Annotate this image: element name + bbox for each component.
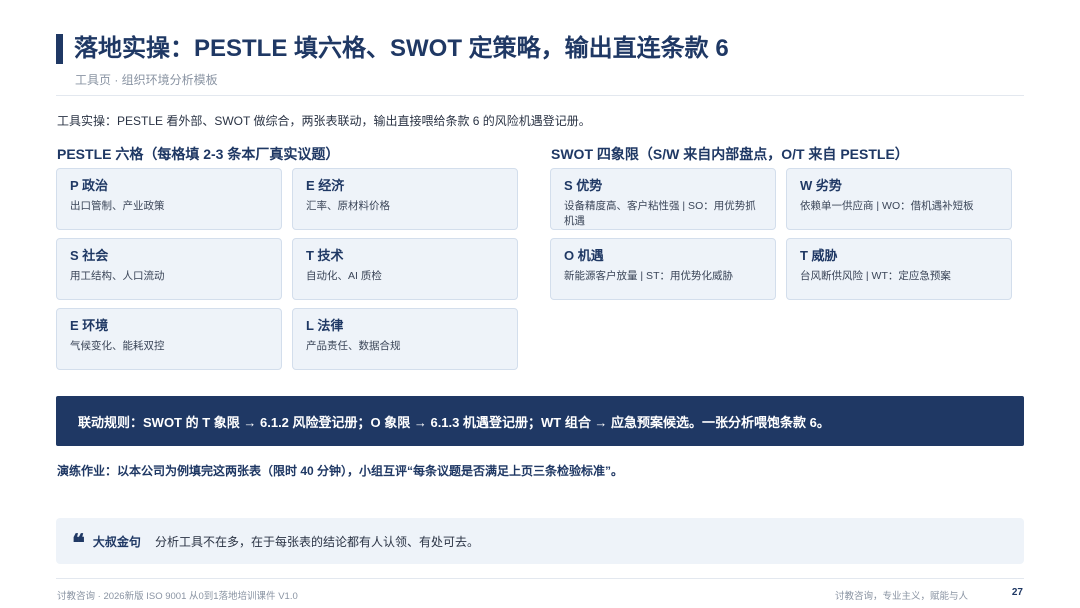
card-body: 依赖单一供应商 | WO：借机遇补短板 [800,200,974,212]
pestle-card-social: S 社会 用工结构、人口流动 [56,238,282,300]
footer-slogan: 讨教咨询，专业主义，赋能与人 [834,591,968,602]
linkage-rule-banner: 联动规则：SWOT 的 T 象限 → 6.1.2 风险登记册；O 象限 → 6.… [56,396,1024,446]
pestle-card-economic: E 经济 汇率、原材料价格 [292,168,518,230]
linkage-rule-text: 联动规则：SWOT 的 T 象限 → 6.1.2 风险登记册；O 象限 → 6.… [78,414,830,430]
card-heading: O 机遇 [564,248,604,263]
card-heading: T 威胁 [800,248,838,263]
page-number: 27 [1011,587,1023,598]
card-heading: L 法律 [306,318,344,333]
pestle-card-legal: L 法律 产品责任、数据合规 [292,308,518,370]
swot-card-opportunities: O 机遇 新能源客户放量 | ST：用优势化威胁 [550,238,776,300]
card-heading: P 政治 [70,178,109,193]
swot-card-weaknesses: W 劣势 依赖单一供应商 | WO：借机遇补短板 [786,168,1012,230]
card-body: 新能源客户放量 | ST：用优势化威胁 [564,270,733,282]
card-heading: S 优势 [564,178,603,193]
card-body: 出口管制、产业政策 [70,200,165,212]
card-heading: E 环境 [70,318,109,333]
pestle-card-political: P 政治 出口管制、产业政策 [56,168,282,230]
card-heading: E 经济 [306,178,345,193]
card-body: 产品责任、数据合规 [306,340,401,352]
quote-callout: ❝ 大叔金句 分析工具不在多，在于每张表的结论都有人认领、有处可去。 [56,518,1024,564]
quote-label: 大叔金句 [92,534,141,549]
card-heading: S 社会 [70,248,109,263]
card-heading: W 劣势 [800,178,842,193]
homework-text: 演练作业：以本公司为例填完这两张表（限时 40 分钟），小组互评“每条议题是否满… [57,464,624,478]
pestle-card-environmental: E 环境 气候变化、能耗双控 [56,308,282,370]
header-divider [56,95,1024,96]
card-body: 自动化、AI 质检 [306,270,382,282]
page-title: 落地实操：PESTLE 填六格、SWOT 定策略，输出直连条款 6 [74,35,729,62]
pestle-card-technological: T 技术 自动化、AI 质检 [292,238,518,300]
page-subtitle: 工具页 · 组织环境分析模板 [75,73,218,87]
title-accent-bar [56,34,63,64]
footer-divider [56,578,1024,579]
card-body: 汇率、原材料价格 [306,200,390,212]
intro-text: 工具实操：PESTLE 看外部、SWOT 做综合，两张表联动，输出直接喂给条款 … [57,114,591,128]
card-body: 台风断供风险 | WT：定应急预案 [800,270,951,282]
swot-card-strengths: S 优势 设备精度高、客户粘性强 | SO：用优势抓机遇 [550,168,776,230]
swot-card-threats: T 威胁 台风断供风险 | WT：定应急预案 [786,238,1012,300]
quote-icon: ❝ [72,531,85,551]
card-heading: T 技术 [306,248,344,263]
card-body: 用工结构、人口流动 [70,270,165,282]
quote-text: 分析工具不在多，在于每张表的结论都有人认领、有处可去。 [154,534,479,549]
footer-course-info: 讨教咨询 · 2026新版 ISO 9001 从0到1落地培训课件 V1.0 [57,591,298,602]
card-body: 设备精度高、客户粘性强 | SO：用优势抓机遇 [564,200,756,227]
card-body: 气候变化、能耗双控 [70,340,165,352]
swot-section-title: SWOT 四象限（S/W 来自内部盘点，O/T 来自 PESTLE） [551,146,909,162]
pestle-section-title: PESTLE 六格（每格填 2-3 条本厂真实议题） [57,146,340,162]
